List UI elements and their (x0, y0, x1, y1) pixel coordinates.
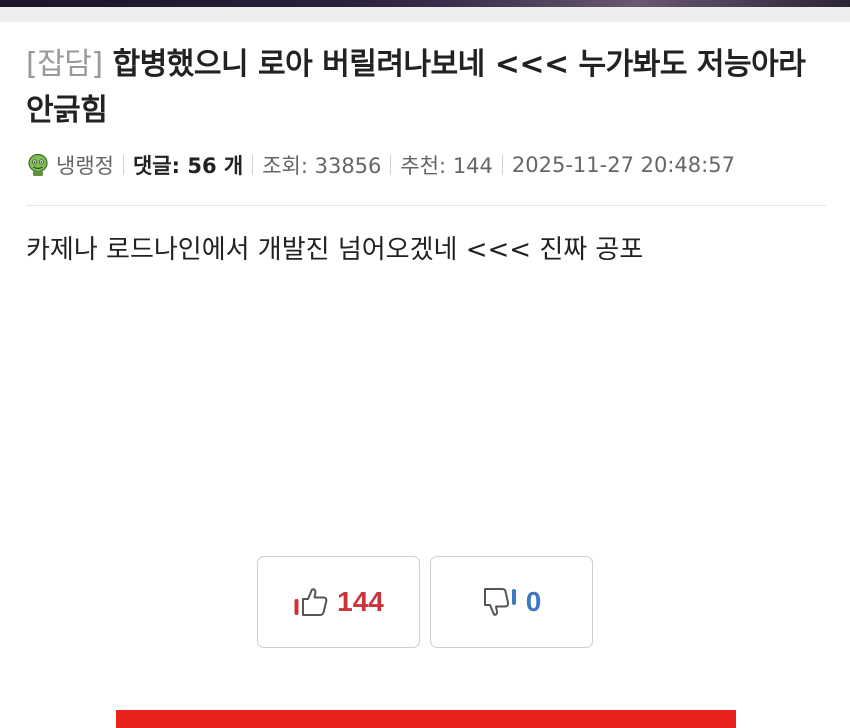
ad-banner[interactable] (116, 710, 736, 728)
downvote-count: 0 (525, 586, 542, 617)
comments-label: 댓글: (132, 154, 181, 178)
recommend-label: 추천: (400, 154, 447, 178)
post-meta: 냉랭정 댓글: 56 개 조회: 33856 추천: 144 2025-11-2… (26, 149, 735, 181)
recommend-value: 144 (452, 154, 493, 178)
post-title-text: 합병했으니 로아 버릴려나보네 <<< 누가봐도 저능아라 안긁힘 (26, 47, 806, 128)
post-datetime: 2025-11-27 20:48:57 (511, 153, 735, 177)
upvote-count: 144 (337, 586, 384, 617)
thumbs-up-icon (293, 585, 333, 619)
view-count: 조회: 33856 (262, 150, 381, 180)
recommend-count: 추천: 144 (400, 150, 493, 180)
meta-divider (501, 155, 503, 175)
meta-divider (122, 155, 124, 175)
meta-divider (390, 155, 392, 175)
post-category: [잡담] (26, 47, 103, 82)
views-label: 조회: (262, 154, 308, 178)
downvote-button[interactable]: 0 (430, 556, 593, 648)
post-title: [잡담] 합병했으니 로아 버릴려나보네 <<< 누가봐도 저능아라 안긁힘 (26, 42, 826, 134)
top-banner-image (0, 0, 850, 7)
zombie-avatar-icon[interactable] (26, 153, 50, 177)
comments-value: 56 개 (187, 154, 244, 178)
post-body: 카제나 로드나인에서 개발진 넘어오겠네 <<< 진짜 공포 (26, 235, 644, 265)
comment-count[interactable]: 댓글: 56 개 (133, 150, 243, 180)
header-separator (0, 7, 850, 22)
thumbs-down-icon (482, 585, 522, 619)
views-value: 33856 (314, 154, 382, 178)
author-name[interactable]: 냉랭정 (56, 150, 114, 180)
content-divider (26, 205, 826, 206)
upvote-button[interactable]: 144 (257, 556, 420, 648)
meta-divider (252, 155, 254, 175)
